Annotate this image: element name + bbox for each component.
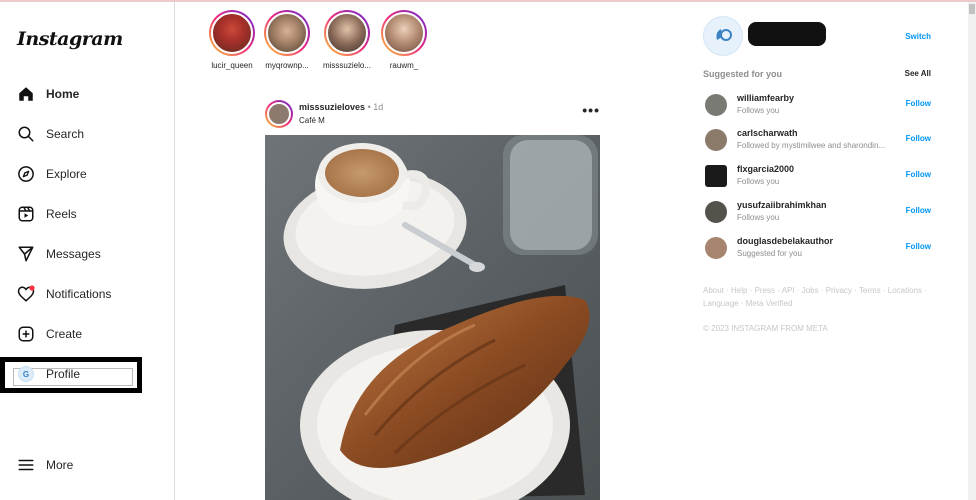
suggestion-avatar[interactable]	[705, 94, 727, 116]
story-item[interactable]: misssuzielo...	[316, 10, 378, 70]
more-options-icon[interactable]: •••	[582, 102, 600, 118]
scrollbar[interactable]	[968, 2, 976, 500]
see-all-link[interactable]: See All	[905, 69, 931, 78]
suggestion-subtitle: Follows you	[737, 213, 780, 222]
post-image[interactable]	[265, 135, 600, 500]
sidebar-item-search[interactable]: Search	[17, 121, 84, 147]
sidebar-item-label: Search	[46, 127, 85, 141]
compass-icon	[17, 165, 35, 183]
suggested-title: Suggested for you	[703, 69, 783, 79]
heart-icon	[17, 285, 35, 303]
story-item[interactable]: lucir_queen	[201, 10, 263, 70]
follow-button[interactable]: Follow	[906, 99, 931, 108]
follow-button[interactable]: Follow	[906, 170, 931, 179]
suggestion-row: yusufzaiibrahimkhan Follows you Follow	[703, 200, 933, 226]
scrollbar-thumb[interactable]	[969, 4, 975, 14]
sidebar-item-profile[interactable]: G Profile	[17, 361, 80, 387]
suggestion-avatar[interactable]	[705, 201, 727, 223]
suggestion-row: carlscharwath Followed by mystimilwee an…	[703, 128, 933, 154]
sidebar-item-messages[interactable]: Messages	[17, 241, 101, 267]
sidebar-item-create[interactable]: Create	[17, 321, 82, 347]
suggestion-avatar[interactable]	[705, 165, 727, 187]
post-time[interactable]: 1d	[373, 102, 383, 112]
instagram-logo[interactable]: Instagram	[17, 28, 123, 50]
suggestion-row: flxgarcia2000 Follows you Follow	[703, 164, 933, 190]
suggestion-avatar[interactable]	[705, 129, 727, 151]
story-ring	[381, 10, 427, 56]
suggestion-username[interactable]: douglasdebelakauthor	[737, 236, 833, 246]
suggestion-username[interactable]: carlscharwath	[737, 128, 798, 138]
post-location[interactable]: Café M	[299, 116, 325, 125]
sidebar-item-label: More	[46, 458, 74, 472]
footer-links[interactable]: About · Help · Press · API · Jobs · Priv…	[703, 284, 928, 310]
sidebar-item-label: Home	[46, 87, 80, 101]
story-name: lucir_queen	[211, 61, 253, 70]
story-ring	[264, 10, 310, 56]
sidebar-item-notifications[interactable]: Notifications	[17, 281, 111, 307]
search-icon	[17, 125, 35, 143]
story-item[interactable]: rauwm_	[373, 10, 435, 70]
follow-button[interactable]: Follow	[906, 134, 931, 143]
home-icon	[17, 85, 35, 103]
current-account: Switch	[703, 16, 933, 56]
suggestion-subtitle: Suggested for you	[737, 249, 802, 258]
suggestion-subtitle: Followed by mystimilwee and sharondin...	[737, 141, 886, 150]
post-username[interactable]: misssuzieloves	[299, 102, 365, 112]
story-name: misssuzielo...	[322, 61, 371, 70]
send-icon	[17, 245, 35, 263]
sidebar: Instagram Home Search Explore Reels Mess…	[0, 2, 175, 500]
story-name: rauwm_	[389, 61, 419, 70]
sidebar-item-home[interactable]: Home	[17, 81, 79, 107]
follow-button[interactable]: Follow	[906, 206, 931, 215]
story-name: myqrownp...	[265, 61, 309, 70]
sidebar-item-label: Explore	[46, 167, 87, 181]
profile-avatar: G	[17, 365, 35, 383]
sidebar-item-label: Notifications	[46, 287, 112, 301]
sidebar-item-reels[interactable]: Reels	[17, 201, 77, 227]
menu-icon	[17, 456, 35, 474]
sidebar-item-more[interactable]: More	[17, 452, 73, 478]
suggestion-username[interactable]: yusufzaiibrahimkhan	[737, 200, 827, 210]
story-ring	[209, 10, 255, 56]
suggested-header: Suggested for you See All	[703, 69, 933, 81]
switch-account-link[interactable]: Switch	[905, 32, 931, 41]
sidebar-item-label: Create	[46, 327, 83, 341]
suggestion-row: douglasdebelakauthor Suggested for you F…	[703, 236, 933, 262]
suggestion-subtitle: Follows you	[737, 177, 780, 186]
sidebar-item-label: Profile	[46, 367, 81, 381]
plus-square-icon	[17, 325, 35, 343]
redacted-username	[748, 22, 826, 46]
follow-button[interactable]: Follow	[906, 242, 931, 251]
copyright: © 2023 INSTAGRAM FROM META	[703, 324, 828, 333]
story-item[interactable]: myqrownp...	[256, 10, 318, 70]
suggestion-username[interactable]: williamfearby	[737, 93, 794, 103]
suggestion-username[interactable]: flxgarcia2000	[737, 164, 794, 174]
sidebar-item-label: Messages	[46, 247, 101, 261]
suggestion-subtitle: Follows you	[737, 106, 780, 115]
suggestion-row: williamfearby Follows you Follow	[703, 93, 933, 119]
account-avatar[interactable]	[703, 16, 743, 56]
post-header: misssuzieloves • 1d Café M •••	[265, 98, 600, 132]
sidebar-item-label: Reels	[46, 207, 77, 221]
sidebar-item-explore[interactable]: Explore	[17, 161, 87, 187]
reels-icon	[17, 205, 35, 223]
post-avatar[interactable]	[265, 100, 293, 128]
post-username-line: misssuzieloves • 1d	[299, 102, 383, 112]
story-ring	[324, 10, 370, 56]
suggestion-avatar[interactable]	[705, 237, 727, 259]
